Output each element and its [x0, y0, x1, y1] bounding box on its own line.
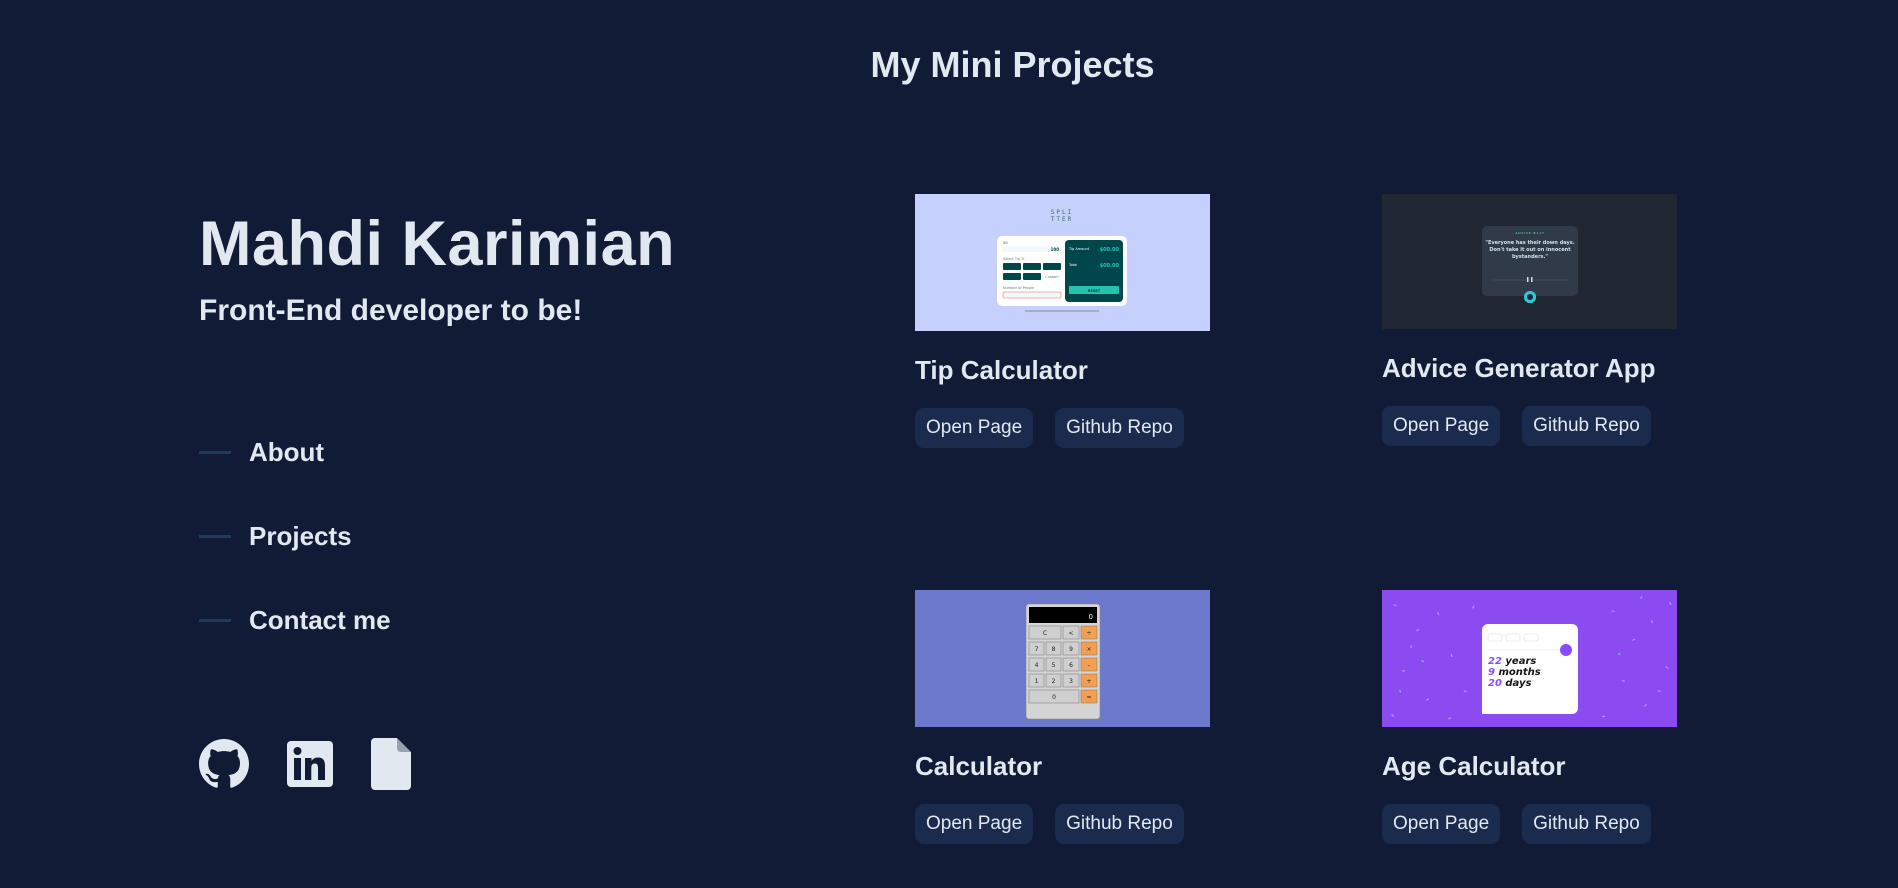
svg-text:Don't take it out on innocent: Don't take it out on innocent [1489, 247, 1571, 253]
svg-text:RESET: RESET [1088, 289, 1101, 293]
svg-text:Number of People: Number of People [1003, 286, 1034, 290]
github-repo-button[interactable]: Github Repo [1055, 408, 1184, 448]
open-page-button[interactable]: Open Page [915, 408, 1034, 448]
svg-text:0: 0 [1089, 613, 1093, 621]
svg-text:5: 5 [1052, 662, 1056, 669]
svg-text:-: - [1088, 662, 1090, 669]
nav-indicator [199, 534, 231, 538]
svg-text:7: 7 [1035, 646, 1039, 653]
nav-item-projects[interactable]: Projects [199, 514, 391, 558]
svg-text:9 months: 9 months [1488, 667, 1541, 678]
svg-text:1: 1 [1035, 678, 1039, 685]
svg-text:Total: Total [1068, 263, 1077, 267]
svg-text:÷: ÷ [1086, 630, 1091, 637]
project-links: Open Page Github Repo [1382, 406, 1677, 446]
nav-label: Contact me [249, 604, 391, 635]
nav-label: Projects [249, 520, 352, 551]
svg-text:3: 3 [1069, 678, 1073, 685]
svg-text:6: 6 [1069, 662, 1073, 669]
svg-text:9: 9 [1069, 646, 1073, 653]
linkedin-icon[interactable] [287, 741, 333, 787]
project-thumbnail[interactable]: SPLI TTER Bill 100 Select Tip % Custom N… [915, 194, 1210, 331]
project-card-age-calculator: 22 years 9 months 20 days Age Calculator… [1382, 590, 1677, 844]
document-icon[interactable] [371, 738, 411, 790]
project-card-calculator: 0 C < ÷ 7 8 9 × 4 5 6 - 1 2 3 + 0 = Calc… [915, 590, 1210, 844]
social-links [199, 738, 449, 790]
open-page-button[interactable]: Open Page [1382, 804, 1501, 844]
project-card-tip-calculator: SPLI TTER Bill 100 Select Tip % Custom N… [915, 194, 1210, 448]
svg-text:TTER: TTER [1051, 216, 1073, 223]
svg-text:22 years: 22 years [1488, 656, 1536, 667]
nav-item-about[interactable]: About [199, 430, 391, 474]
svg-text:=: = [1086, 694, 1091, 701]
section-nav: About Projects Contact me [199, 430, 391, 682]
nav-label: About [249, 436, 325, 467]
svg-text:Bill: Bill [1003, 241, 1008, 245]
project-title: Calculator [915, 751, 1043, 781]
project-title: Age Calculator [1382, 751, 1566, 781]
project-links: Open Page Github Repo [915, 408, 1210, 448]
project-thumbnail[interactable]: 0 C < ÷ 7 8 9 × 4 5 6 - 1 2 3 + 0 = [915, 590, 1210, 727]
open-page-button[interactable]: Open Page [915, 804, 1034, 844]
github-icon[interactable] [199, 739, 249, 789]
project-thumbnail[interactable]: ADVICE #117 "Everyone has their down day… [1382, 194, 1677, 329]
profile-role: Front-End developer to be! [199, 294, 583, 327]
svg-text:100: 100 [1051, 247, 1060, 252]
svg-text:$00.00: $00.00 [1100, 247, 1120, 253]
project-links: Open Page Github Repo [1382, 804, 1677, 844]
page-title: My Mini Projects [870, 44, 1155, 85]
github-repo-button[interactable]: Github Repo [1522, 804, 1651, 844]
svg-text:Tip Amount: Tip Amount [1068, 247, 1090, 251]
nav-indicator [199, 618, 231, 622]
svg-text:8: 8 [1052, 646, 1056, 653]
project-thumbnail[interactable]: 22 years 9 months 20 days [1382, 590, 1677, 727]
project-title: Tip Calculator [915, 355, 1088, 385]
svg-text:20 days: 20 days [1488, 678, 1532, 689]
svg-text:$00.00: $00.00 [1100, 263, 1120, 269]
nav-item-contact[interactable]: Contact me [199, 598, 391, 642]
svg-text:C: C [1043, 630, 1047, 637]
github-repo-button[interactable]: Github Repo [1522, 406, 1651, 446]
nav-indicator [199, 450, 231, 454]
svg-text:×: × [1086, 646, 1091, 653]
svg-text:"Everyone has their down days.: "Everyone has their down days. [1485, 240, 1574, 246]
svg-text:SPLI: SPLI [1051, 209, 1073, 216]
project-links: Open Page Github Repo [915, 804, 1210, 844]
github-repo-button[interactable]: Github Repo [1055, 804, 1184, 844]
svg-text:2: 2 [1052, 678, 1056, 685]
profile-name: Mahdi Karimian [199, 209, 676, 279]
svg-text:4: 4 [1035, 662, 1039, 669]
project-card-advice-generator: ADVICE #117 "Everyone has their down day… [1382, 194, 1677, 446]
svg-text:Select Tip %: Select Tip % [1003, 257, 1025, 261]
svg-text:0: 0 [1052, 694, 1056, 701]
svg-text:bystanders.": bystanders." [1512, 254, 1548, 260]
svg-text:+: + [1086, 678, 1091, 685]
svg-text:<: < [1068, 630, 1073, 637]
svg-text:Custom: Custom [1045, 275, 1059, 279]
open-page-button[interactable]: Open Page [1382, 406, 1501, 446]
project-title: Advice Generator App [1382, 353, 1656, 383]
svg-text:ADVICE #117: ADVICE #117 [1515, 231, 1544, 235]
